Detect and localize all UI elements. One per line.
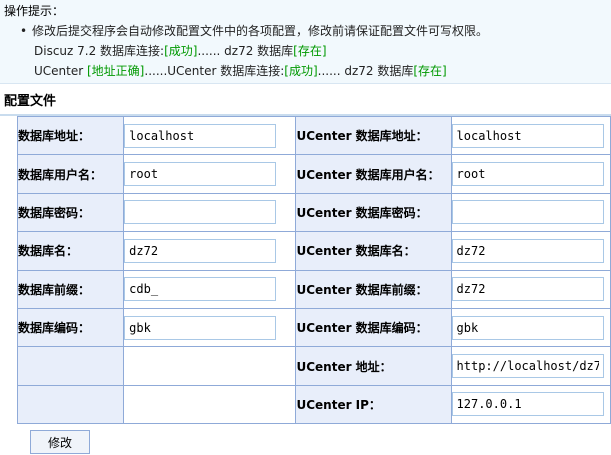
notice-line-1-text: 修改后提交程序会自动修改配置文件中的各项配置，修改前请保证配置文件可写权限。 [32, 24, 489, 38]
section-title: 配置文件 [0, 92, 611, 116]
notice-line-3: UCenter [地址正确]......UCenter 数据库连接:[成功]..… [34, 62, 447, 79]
db-host-input[interactable] [124, 123, 277, 148]
uc-db-user-label: UCenter 数据库用户名： [295, 154, 452, 194]
uc-db-password-label: UCenter 数据库密码： [295, 192, 452, 233]
uc-db-user-input[interactable] [451, 162, 604, 187]
table-row: 数据库编码： UCenter 数据库编码： [16, 307, 611, 348]
db-charset-label: 数据库编码： [16, 307, 125, 348]
db-name-label: 数据库名： [16, 231, 125, 271]
table-row: 数据库密码： UCenter 数据库密码： [16, 192, 611, 233]
uc-db-name-input[interactable] [451, 238, 604, 263]
discuz-db-exists-status: [存在] [293, 44, 327, 58]
empty-label-cell [16, 346, 125, 386]
empty-value-cell [123, 384, 297, 425]
ucenter-address-status: [地址正确] [87, 64, 145, 78]
notice-line-2: Discuz 7.2 数据库连接:[成功]...... dz72 数据库[存在] [34, 42, 327, 59]
table-row: 数据库地址： UCenter 数据库地址： [16, 115, 611, 156]
notice-panel: 操作提示： • 修改后提交程序会自动修改配置文件中的各项配置，修改前请保证配置文件… [0, 0, 611, 84]
uc-db-name-label: UCenter 数据库名： [295, 231, 452, 271]
empty-value-cell [123, 346, 297, 386]
db-prefix-input[interactable] [124, 277, 277, 302]
uc-db-prefix-input[interactable] [451, 277, 604, 302]
ucenter-db-connection-label: ......UCenter 数据库连接: [144, 64, 285, 78]
db-charset-input[interactable] [124, 315, 277, 340]
discuz-db-connection-status: [成功] [164, 44, 198, 58]
db-prefix-label: 数据库前缀： [16, 269, 125, 309]
db-host-label: 数据库地址： [16, 115, 125, 156]
db-name-input[interactable] [124, 238, 277, 263]
table-row: UCenter IP： [16, 384, 611, 425]
discuz-db-connection-label: Discuz 7.2 数据库连接: [34, 44, 165, 58]
db-user-input[interactable] [124, 162, 277, 187]
config-table: 数据库地址： UCenter 数据库地址： 数据库用户名： UCenter 数据… [16, 115, 611, 425]
table-row: UCenter 地址： [16, 346, 611, 386]
submit-button[interactable]: 修改 [30, 430, 90, 454]
uc-db-password-input[interactable] [451, 200, 604, 225]
discuz-db-name-label: ...... dz72 数据库 [197, 44, 294, 58]
ucenter-label: UCenter [34, 64, 84, 78]
table-row: 数据库前缀： UCenter 数据库前缀： [16, 269, 611, 309]
uc-db-host-input[interactable] [451, 123, 604, 148]
uc-db-charset-label: UCenter 数据库编码： [295, 307, 452, 348]
db-password-input[interactable] [124, 200, 277, 225]
uc-ip-input[interactable] [451, 392, 604, 417]
ucenter-db-connection-status: [成功] [284, 64, 318, 78]
uc-ip-label: UCenter IP： [295, 384, 452, 425]
ucenter-db-name-label: ...... dz72 数据库 [317, 64, 414, 78]
empty-label-cell [16, 384, 125, 425]
notice-title: 操作提示： [4, 4, 65, 18]
uc-db-host-label: UCenter 数据库地址： [295, 115, 452, 156]
ucenter-db-exists-status: [存在] [413, 64, 447, 78]
uc-url-input[interactable] [451, 354, 604, 379]
uc-db-prefix-label: UCenter 数据库前缀： [295, 269, 452, 309]
table-row: 数据库用户名： UCenter 数据库用户名： [16, 154, 611, 194]
db-user-label: 数据库用户名： [16, 154, 125, 194]
bullet-icon: • [20, 24, 28, 38]
db-password-label: 数据库密码： [16, 192, 125, 233]
uc-db-charset-input[interactable] [451, 315, 604, 340]
notice-line-1: • 修改后提交程序会自动修改配置文件中的各项配置，修改前请保证配置文件可写权限。 [20, 22, 488, 39]
uc-url-label: UCenter 地址： [295, 346, 452, 386]
table-row: 数据库名： UCenter 数据库名： [16, 231, 611, 271]
